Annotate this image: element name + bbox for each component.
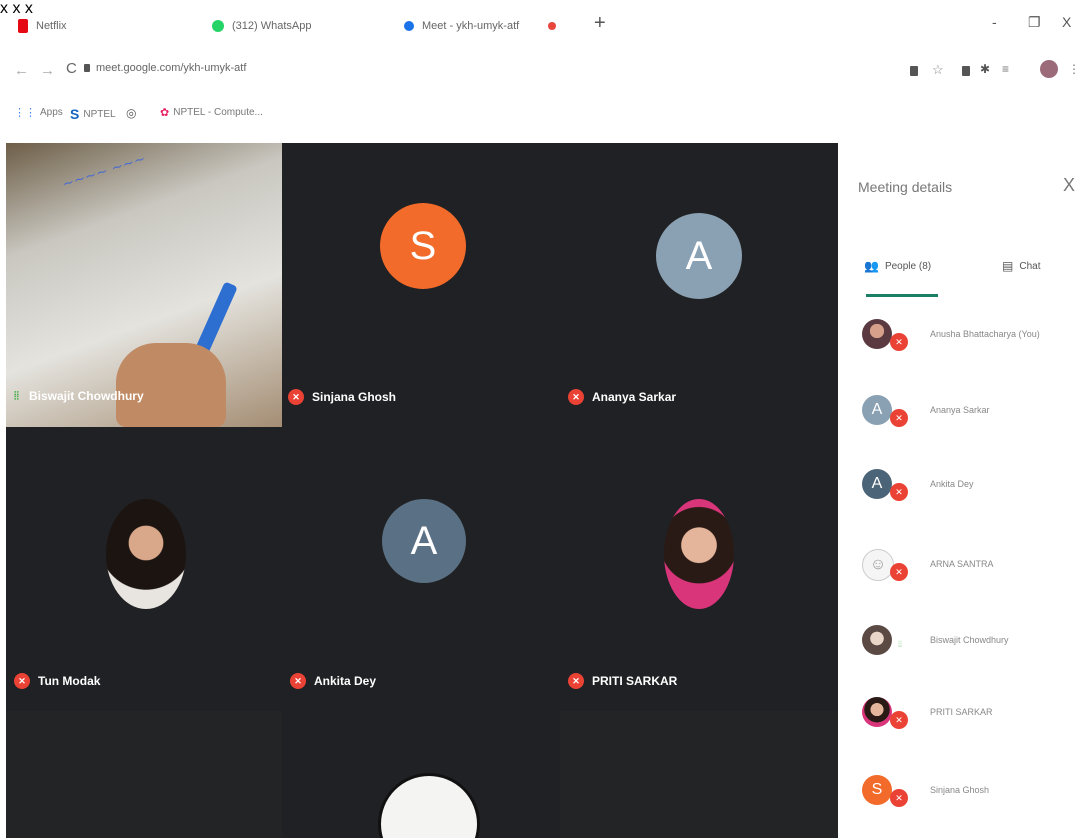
avatar-cartoon: ☺	[862, 549, 894, 581]
video-tile[interactable]: A ✕ Ankita Dey	[282, 427, 560, 711]
video-tile[interactable]: S ✕ Sinjana Ghosh	[282, 143, 560, 427]
bookmark-nptel[interactable]: S NPTEL	[70, 106, 116, 122]
participant-name: ✕ Sinjana Ghosh	[288, 389, 396, 405]
tab-whatsapp[interactable]: (312) WhatsApp	[212, 12, 311, 40]
participant-name: ✕ Ananya Sarkar	[568, 389, 676, 405]
tab-chat[interactable]: ▤ Chat	[1002, 259, 1040, 273]
close-window-button[interactable]: X	[1062, 14, 1071, 30]
new-tab-button[interactable]: +	[594, 12, 606, 35]
bookmark-nptel-course[interactable]: ✿ NPTEL - Compute...	[160, 106, 263, 119]
avatar: A	[656, 213, 742, 299]
mic-off-icon: ✕	[568, 389, 584, 405]
tab-active[interactable]	[548, 12, 564, 40]
profile-avatar[interactable]	[1040, 60, 1058, 78]
reading-list-icon[interactable]: ≡	[1002, 62, 1009, 76]
lock-icon	[84, 64, 90, 72]
mic-off-icon: ✕	[14, 673, 30, 689]
mic-off-icon: ✕	[568, 673, 584, 689]
camera-icon[interactable]	[910, 66, 918, 76]
tab-title: Meet - ykh-umyk-atf	[422, 20, 520, 32]
mic-off-icon: ✕	[890, 711, 908, 729]
mic-off-icon: ✕	[290, 673, 306, 689]
whatsapp-icon	[212, 20, 224, 32]
mic-off-icon: ✕	[890, 409, 908, 427]
video-tile[interactable]: ✕ Tun Modak	[6, 427, 282, 711]
tab-title: (312) WhatsApp	[232, 20, 312, 32]
minimize-button[interactable]: -	[992, 14, 997, 30]
extension-icon[interactable]	[962, 66, 970, 76]
panel-title: Meeting details	[858, 179, 953, 195]
restore-button[interactable]: ❐	[1028, 14, 1041, 31]
avatar-photo	[862, 319, 892, 349]
participant-list-item[interactable]: ☺ ✕ ARNA SANTRA	[862, 549, 1082, 597]
mic-active-icon: ⦙⦙	[898, 639, 903, 649]
avatar-cartoon	[378, 773, 480, 838]
menu-icon[interactable]: ⋮	[1068, 62, 1080, 76]
empty-tile	[560, 711, 838, 838]
avatar: S	[380, 203, 466, 289]
tab-strip: Netflix x (312) WhatsApp x Meet - ykh-um…	[0, 0, 1083, 48]
bookmark-apps[interactable]: ⋮⋮ Apps	[14, 106, 63, 119]
tab-meet[interactable]: Meet - ykh-umyk-atf	[404, 12, 519, 40]
participant-name: ✕ Ankita Dey	[290, 673, 376, 689]
video-tile[interactable]: ✕ PRITI SARKAR	[560, 427, 838, 711]
mic-off-icon: ✕	[890, 483, 908, 501]
puzzle-icon[interactable]: ✱	[980, 62, 990, 76]
hand-image	[116, 343, 226, 427]
globe-icon: ◎	[126, 106, 137, 120]
avatar: A	[862, 395, 892, 425]
avatar-photo	[106, 499, 186, 609]
video-grid: ~~~~ ~~~ ⦙⦙ Biswajit Chowdhury S ✕ Sinja…	[6, 143, 838, 838]
tab-people[interactable]: 👥 People (8)	[864, 259, 931, 273]
mic-active-icon: ⦙⦙	[14, 389, 19, 402]
bookmark-star-icon[interactable]: ☆	[932, 62, 944, 78]
active-tab-indicator	[866, 294, 938, 297]
people-icon: 👥	[864, 259, 879, 273]
reload-button[interactable]: C	[66, 60, 77, 77]
participant-list-item[interactable]: ✕ PRITI SARKAR	[862, 697, 1082, 745]
chat-icon: ▤	[1002, 259, 1014, 273]
avatar-photo	[862, 697, 892, 727]
mic-off-icon: ✕	[890, 333, 908, 351]
apps-grid-icon: ⋮⋮	[14, 107, 36, 119]
bookmark-globe[interactable]: ◎	[126, 106, 136, 120]
avatar: A	[862, 469, 892, 499]
tab-netflix[interactable]: Netflix	[18, 12, 67, 40]
meeting-details-panel: Meeting details X 👥 People (8) ▤ Chat ✕ …	[838, 143, 1083, 838]
tab-title: Netflix	[36, 20, 67, 32]
avatar: A	[382, 499, 466, 583]
video-tile[interactable]	[282, 711, 560, 838]
participant-name: ✕ Tun Modak	[14, 673, 100, 689]
forward-button[interactable]: →	[40, 62, 55, 79]
participant-list-item[interactable]: A ✕ Ankita Dey	[862, 469, 1082, 517]
nptel-course-icon: ✿	[160, 107, 170, 119]
avatar-photo	[862, 625, 892, 655]
mic-off-icon: ✕	[890, 789, 908, 807]
participant-name: ✕ PRITI SARKAR	[568, 673, 677, 689]
participant-list-item[interactable]: A ✕ Ananya Sarkar	[862, 395, 1082, 443]
mic-off-icon: ✕	[890, 563, 908, 581]
avatar: S	[862, 775, 892, 805]
nptel-logo-icon: S	[70, 106, 80, 122]
participant-list-item[interactable]: ✕ Anusha Bhattacharya (You)	[862, 319, 1082, 367]
video-tile[interactable]: A ✕ Ananya Sarkar	[560, 143, 838, 427]
avatar-photo	[664, 499, 734, 609]
meet-icon	[404, 21, 414, 31]
empty-tile	[6, 711, 282, 838]
close-tab-icon[interactable]: x	[0, 0, 8, 17]
participant-list-item[interactable]: S ✕ Sinjana Ghosh	[862, 775, 1082, 823]
url-field[interactable]: meet.google.com/ykh-umyk-atf	[96, 62, 246, 74]
close-panel-button[interactable]: X	[1063, 175, 1075, 196]
participant-name: ⦙⦙ Biswajit Chowdhury	[14, 389, 144, 403]
recording-dot-icon	[548, 22, 556, 30]
mic-off-icon: ✕	[288, 389, 304, 405]
participant-list-item[interactable]: ⦙⦙ Biswajit Chowdhury	[862, 625, 1082, 673]
back-button[interactable]: ←	[14, 62, 29, 79]
netflix-icon	[18, 19, 28, 33]
video-tile[interactable]: ~~~~ ~~~ ⦙⦙ Biswajit Chowdhury	[6, 143, 282, 427]
